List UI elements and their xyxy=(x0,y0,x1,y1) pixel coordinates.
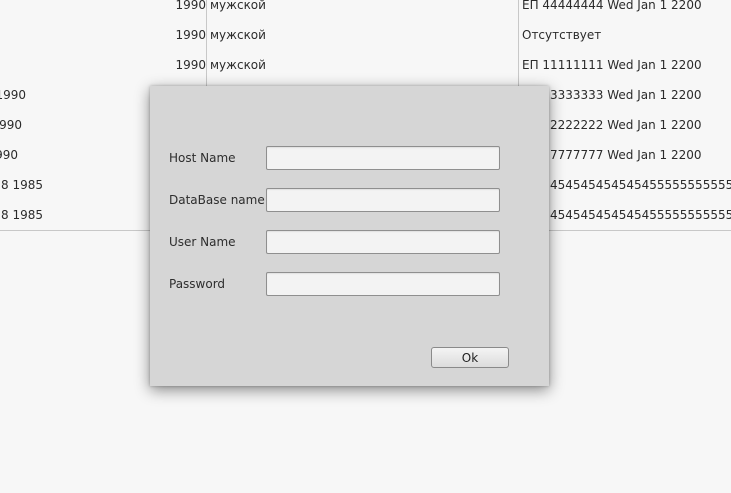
table-cell-document: ЕП 44444444 Wed Jan 1 2200 xyxy=(518,0,731,20)
table-row[interactable]: 1990 мужской ЕП 44444444 Wed Jan 1 2200 xyxy=(0,0,731,21)
table-cell-gender: мужской xyxy=(206,20,518,50)
connection-dialog: Host Name DataBase name User Name Passwo… xyxy=(150,86,549,386)
database-name-label: DataBase name xyxy=(169,193,265,207)
table-cell-document: 454545454545455555555555555 W xyxy=(518,200,731,230)
table-cell-gender: мужской xyxy=(206,0,518,20)
host-name-input[interactable] xyxy=(266,146,500,170)
user-name-input[interactable] xyxy=(266,230,500,254)
table-cell-document: 7777777 Wed Jan 1 2200 xyxy=(518,140,731,170)
password-input[interactable] xyxy=(266,272,500,296)
table-cell-birthdate: 1990 xyxy=(175,28,206,42)
ok-button[interactable]: Ok xyxy=(431,347,509,368)
table-row[interactable]: 1990 мужской ЕП 11111111 Wed Jan 1 2200 xyxy=(0,50,731,81)
user-name-label: User Name xyxy=(169,235,236,249)
table-cell-document: ЕП 11111111 Wed Jan 1 2200 xyxy=(518,50,731,80)
table-cell-birthdate: 1990 xyxy=(175,0,206,12)
table-cell-document: 2222222 Wed Jan 1 2200 xyxy=(518,110,731,140)
table-cell-document: 454545454545455555555555555 W xyxy=(518,170,731,200)
password-label: Password xyxy=(169,277,226,291)
table-cell-birthdate: 1990 xyxy=(175,58,206,72)
host-name-label: Host Name xyxy=(169,151,236,165)
table-cell-document: Отсутствует xyxy=(518,20,731,50)
table-row[interactable]: 1990 мужской Отсутствует xyxy=(0,20,731,51)
database-name-input[interactable] xyxy=(266,188,500,212)
table-cell-document: 3333333 Wed Jan 1 2200 xyxy=(518,80,731,110)
table-cell-gender: мужской xyxy=(206,50,518,80)
